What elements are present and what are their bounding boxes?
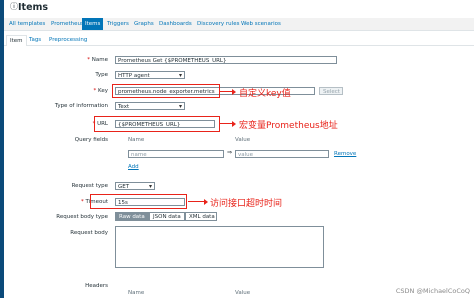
type-select[interactable]: HTTP agent: [115, 71, 185, 79]
query-remove-link[interactable]: Remove: [334, 151, 356, 157]
timeout-annotation: 访问接口超时时间: [210, 199, 283, 209]
page-header: ⓘ Items: [4, 0, 474, 16]
url-annotation: 宏变量Prometheus地址: [239, 121, 338, 131]
query-fields-label: Query fields: [74, 137, 108, 143]
headers-label: Headers: [85, 283, 108, 289]
request-body-type-label: Request body type: [56, 214, 108, 220]
type-of-information-label: Type of information: [54, 103, 108, 109]
key-highlight-box: [112, 84, 220, 98]
item-form: * Name Prometheus Get {$PROMETHEUS_URL} …: [4, 46, 474, 298]
json-data-option[interactable]: JSON data: [149, 212, 185, 221]
request-type-label: Request type: [71, 183, 108, 189]
breadcrumb-dashboards[interactable]: Dashboards: [156, 18, 195, 30]
tab-preprocessing[interactable]: Preprocessing: [46, 35, 90, 45]
type-label: Type: [95, 72, 108, 78]
url-annotation-arrow: [220, 119, 236, 129]
key-select-button[interactable]: Select: [319, 87, 343, 95]
breadcrumb-web-scenarios[interactable]: Web scenarios: [238, 18, 284, 30]
url-highlight-box: [94, 116, 220, 132]
breadcrumb-triggers[interactable]: Triggers: [104, 18, 132, 30]
key-annotation-arrow: [220, 87, 236, 97]
breadcrumb: All templates Prometheus Items Triggers …: [4, 18, 474, 31]
name-input[interactable]: Prometheus Get {$PROMETHEUS_URL}: [115, 56, 337, 64]
key-label: * Key: [93, 88, 108, 94]
headers-value-header: Value: [235, 290, 251, 296]
page-title: Items: [18, 2, 49, 13]
info-icon: ⓘ: [10, 2, 18, 11]
key-annotation: 自定义key值: [239, 89, 291, 99]
query-fields-value-header: Value: [235, 137, 251, 143]
query-equals-sign: ⇒: [227, 149, 233, 156]
form-tabs: Item Tags Preprocessing: [4, 33, 474, 47]
watermark: CSDN @MichaelCoCoQ: [395, 287, 470, 295]
breadcrumb-all-templates[interactable]: All templates: [6, 18, 48, 30]
timeout-highlight-box: [90, 194, 187, 209]
request-body-textarea[interactable]: [115, 226, 324, 268]
query-fields-name-header: Name: [128, 137, 145, 143]
name-label: * Name: [87, 57, 108, 63]
breadcrumb-graphs[interactable]: Graphs: [131, 18, 157, 30]
query-name-input[interactable]: name: [128, 150, 224, 158]
headers-name-header: Name: [128, 290, 145, 296]
type-of-information-select[interactable]: Text: [115, 102, 185, 110]
breadcrumb-items[interactable]: Items: [82, 18, 104, 30]
timeout-annotation-arrow: [188, 197, 208, 207]
breadcrumb-discovery-rules[interactable]: Discovery rules: [194, 18, 242, 30]
query-value-input[interactable]: value: [235, 150, 329, 158]
request-body-label: Request body: [70, 230, 108, 236]
raw-data-option[interactable]: Raw data: [115, 212, 149, 221]
xml-data-option[interactable]: XML data: [185, 212, 217, 221]
request-type-select[interactable]: GET: [115, 182, 155, 190]
query-add-link[interactable]: Add: [128, 164, 139, 170]
tab-tags[interactable]: Tags: [26, 35, 44, 45]
